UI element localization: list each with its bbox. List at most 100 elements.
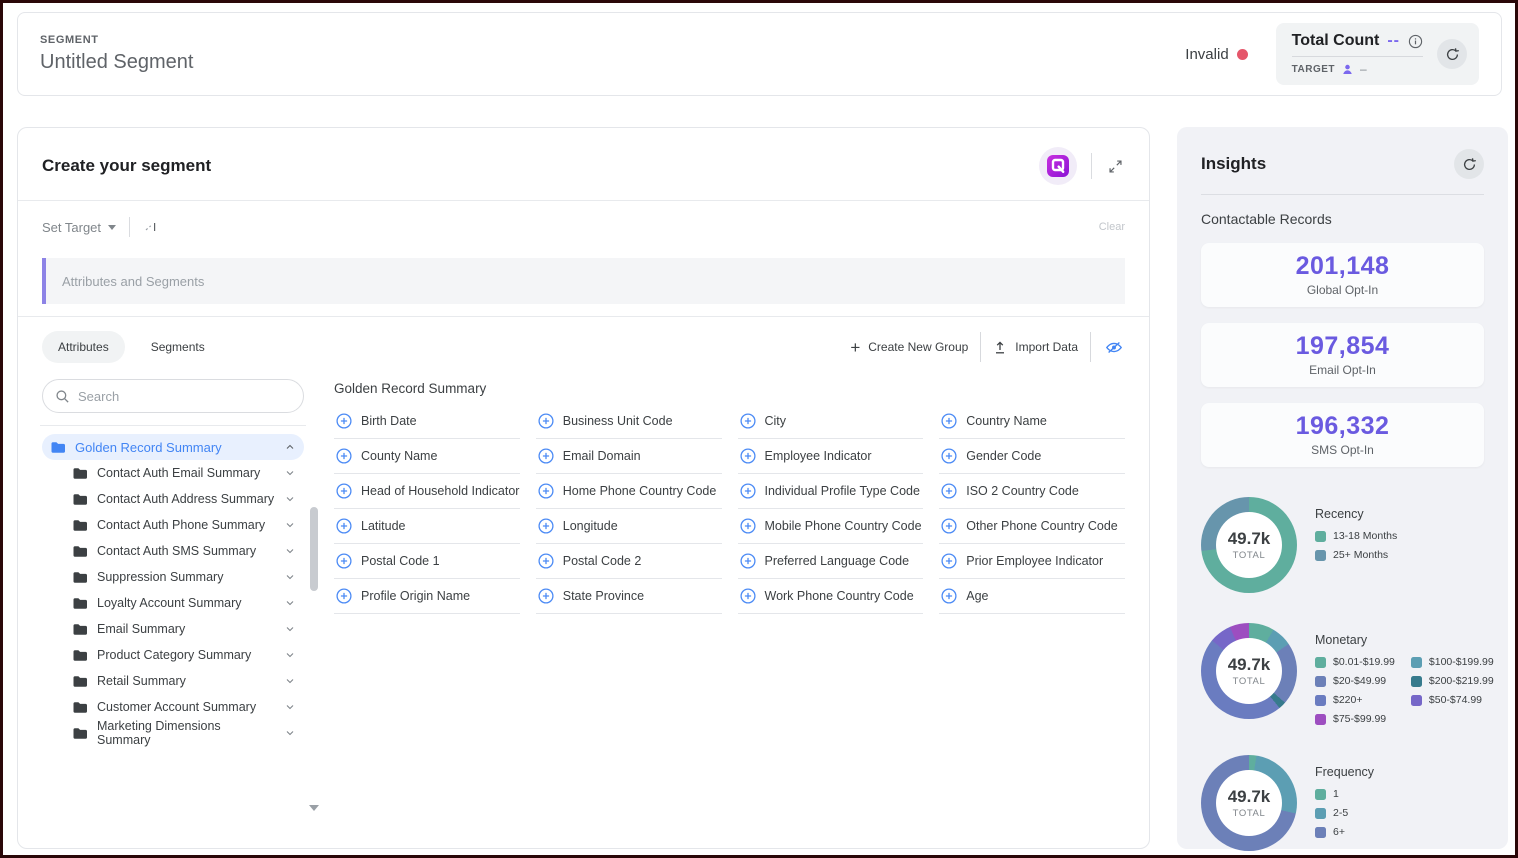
add-attribute-icon[interactable] bbox=[336, 518, 352, 534]
segment-title[interactable]: Untitled Segment bbox=[40, 51, 193, 74]
attribute-item[interactable]: Mobile Phone Country Code bbox=[738, 509, 924, 544]
insights-refresh-button[interactable] bbox=[1454, 149, 1484, 179]
add-attribute-icon[interactable] bbox=[941, 553, 957, 569]
tree-item[interactable]: Customer Account Summary bbox=[64, 694, 304, 720]
attribute-item[interactable]: Latitude bbox=[334, 509, 520, 544]
segment-header: SEGMENT Untitled Segment Invalid Total C… bbox=[17, 12, 1502, 96]
attribute-item[interactable]: State Province bbox=[536, 579, 722, 614]
expand-button[interactable] bbox=[1106, 157, 1125, 176]
attribute-item[interactable]: Business Unit Code bbox=[536, 404, 722, 439]
tree-item[interactable]: Loyalty Account Summary bbox=[64, 590, 304, 616]
tree-item[interactable]: Contact Auth Email Summary bbox=[64, 460, 304, 486]
attribute-item[interactable]: Age bbox=[939, 579, 1125, 614]
create-new-group-button[interactable]: + Create New Group bbox=[850, 339, 968, 356]
tree-item[interactable]: Product Category Summary bbox=[64, 642, 304, 668]
add-attribute-icon[interactable] bbox=[538, 413, 554, 429]
tree-item[interactable]: Contact Auth Address Summary bbox=[64, 486, 304, 512]
chevron-up-icon[interactable] bbox=[284, 441, 296, 453]
legend-item: $100-$199.99 bbox=[1411, 656, 1494, 668]
attribute-item[interactable]: County Name bbox=[334, 439, 520, 474]
stat-card: 197,854Email Opt-In bbox=[1201, 323, 1484, 387]
chevron-down-icon[interactable] bbox=[284, 545, 296, 557]
total-count-refresh-button[interactable] bbox=[1437, 39, 1467, 69]
attribute-item[interactable]: Work Phone Country Code bbox=[738, 579, 924, 614]
attribute-item[interactable]: Profile Origin Name bbox=[334, 579, 520, 614]
add-attribute-icon[interactable] bbox=[941, 483, 957, 499]
target-label: TARGET bbox=[1292, 64, 1335, 75]
add-attribute-icon[interactable] bbox=[538, 448, 554, 464]
chevron-down-icon[interactable] bbox=[284, 467, 296, 479]
add-attribute-icon[interactable] bbox=[538, 553, 554, 569]
attribute-item[interactable]: Prior Employee Indicator bbox=[939, 544, 1125, 579]
import-data-button[interactable]: Import Data bbox=[993, 340, 1078, 355]
set-target-button[interactable]: Set Target bbox=[42, 220, 116, 235]
folder-icon bbox=[72, 621, 88, 637]
chevron-down-icon[interactable] bbox=[284, 493, 296, 505]
add-attribute-icon[interactable] bbox=[740, 553, 756, 569]
add-attribute-icon[interactable] bbox=[336, 588, 352, 604]
tree-scrollbar[interactable] bbox=[310, 507, 318, 807]
upload-icon bbox=[993, 340, 1007, 355]
add-attribute-icon[interactable] bbox=[336, 413, 352, 429]
tree-item[interactable]: Email Summary bbox=[64, 616, 304, 642]
attribute-item[interactable]: Individual Profile Type Code bbox=[738, 474, 924, 509]
info-icon[interactable] bbox=[1408, 34, 1423, 49]
attribute-item[interactable]: Gender Code bbox=[939, 439, 1125, 474]
add-attribute-icon[interactable] bbox=[941, 413, 957, 429]
attribute-item[interactable]: ISO 2 Country Code bbox=[939, 474, 1125, 509]
chevron-down-icon[interactable] bbox=[284, 727, 296, 739]
add-attribute-icon[interactable] bbox=[336, 553, 352, 569]
add-attribute-icon[interactable] bbox=[740, 448, 756, 464]
tree-scrollbar-thumb[interactable] bbox=[310, 507, 318, 591]
tree-scroll-down-icon[interactable] bbox=[309, 805, 319, 811]
add-attribute-icon[interactable] bbox=[941, 518, 957, 534]
tree-item[interactable]: Marketing Dimensions Summary bbox=[64, 720, 304, 746]
add-attribute-icon[interactable] bbox=[740, 588, 756, 604]
chevron-down-icon[interactable] bbox=[284, 571, 296, 583]
tree-item[interactable]: Contact Auth Phone Summary bbox=[64, 512, 304, 538]
attribute-item[interactable]: Longitude bbox=[536, 509, 722, 544]
chart-info: Monetary$0.01-$19.99$20-$49.99$220+$75-$… bbox=[1315, 623, 1484, 725]
tree-item[interactable]: Retail Summary bbox=[64, 668, 304, 694]
tab-attributes[interactable]: Attributes bbox=[42, 331, 125, 363]
segment-dropzone[interactable]: Attributes and Segments bbox=[42, 258, 1125, 304]
add-attribute-icon[interactable] bbox=[538, 588, 554, 604]
chevron-down-icon[interactable] bbox=[284, 701, 296, 713]
chart-info: Frequency12-56+ bbox=[1315, 755, 1374, 838]
attribute-item[interactable]: Postal Code 2 bbox=[536, 544, 722, 579]
attribute-item[interactable]: Email Domain bbox=[536, 439, 722, 474]
attribute-item[interactable]: Other Phone Country Code bbox=[939, 509, 1125, 544]
tree-item[interactable]: Suppression Summary bbox=[64, 564, 304, 590]
attribute-item[interactable]: Postal Code 1 bbox=[334, 544, 520, 579]
tree-item[interactable]: Contact Auth SMS Summary bbox=[64, 538, 304, 564]
attribute-item[interactable]: Birth Date bbox=[334, 404, 520, 439]
attribute-item[interactable]: Preferred Language Code bbox=[738, 544, 924, 579]
chevron-down-icon[interactable] bbox=[284, 597, 296, 609]
attribute-label: Latitude bbox=[361, 519, 405, 533]
assistant-logo-button[interactable] bbox=[1039, 147, 1077, 185]
add-attribute-icon[interactable] bbox=[740, 413, 756, 429]
attribute-item[interactable]: Employee Indicator bbox=[738, 439, 924, 474]
attribute-item[interactable]: Country Name bbox=[939, 404, 1125, 439]
clear-button[interactable]: Clear bbox=[1099, 221, 1125, 233]
add-attribute-icon[interactable] bbox=[336, 483, 352, 499]
add-attribute-icon[interactable] bbox=[941, 588, 957, 604]
tab-segments[interactable]: Segments bbox=[135, 331, 221, 363]
attribute-item[interactable]: City bbox=[738, 404, 924, 439]
add-attribute-icon[interactable] bbox=[740, 483, 756, 499]
add-attribute-icon[interactable] bbox=[941, 448, 957, 464]
chevron-down-icon[interactable] bbox=[284, 519, 296, 531]
hide-preview-button[interactable] bbox=[1103, 338, 1125, 357]
person-icon bbox=[1341, 63, 1354, 76]
chevron-down-icon[interactable] bbox=[284, 675, 296, 687]
chevron-down-icon[interactable] bbox=[284, 649, 296, 661]
add-attribute-icon[interactable] bbox=[740, 518, 756, 534]
search-input[interactable] bbox=[78, 389, 291, 404]
add-attribute-icon[interactable] bbox=[538, 483, 554, 499]
attribute-item[interactable]: Head of Household Indicator bbox=[334, 474, 520, 509]
add-attribute-icon[interactable] bbox=[336, 448, 352, 464]
chevron-down-icon[interactable] bbox=[284, 623, 296, 635]
tree-item[interactable]: Golden Record Summary bbox=[42, 434, 304, 460]
attribute-item[interactable]: Home Phone Country Code bbox=[536, 474, 722, 509]
add-attribute-icon[interactable] bbox=[538, 518, 554, 534]
